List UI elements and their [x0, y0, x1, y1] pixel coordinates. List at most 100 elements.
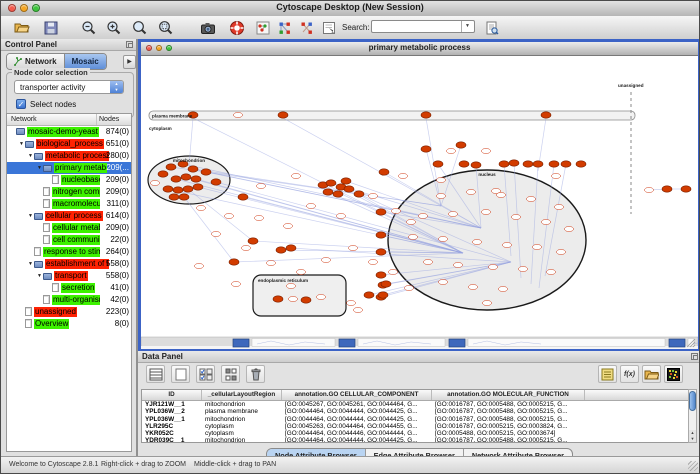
network-node-small[interactable] [557, 249, 566, 254]
network-tree-row[interactable]: cellular metabo209(0) [7, 222, 131, 234]
network-node-small[interactable] [292, 173, 301, 178]
select-nodes-checkbox[interactable]: ✓ [16, 99, 26, 109]
network-node[interactable] [376, 272, 386, 278]
network-node-small[interactable] [369, 193, 378, 198]
network-canvas[interactable]: plasma membranecytoplasmmitochondrionnuc… [141, 56, 698, 349]
network-tree-row[interactable]: nitrogen compo209(0) [7, 186, 131, 198]
network-node-small[interactable] [482, 148, 491, 153]
scrollbar-thumb[interactable] [689, 391, 696, 411]
network-tree-row[interactable]: multi-organism pro42(0) [7, 294, 131, 306]
tab-mosaic[interactable]: Mosaic [65, 54, 106, 69]
network-node-small[interactable] [469, 284, 478, 289]
network-node[interactable] [681, 186, 691, 192]
network-node-small[interactable] [449, 211, 458, 216]
network-node-small[interactable] [225, 213, 234, 218]
search-field[interactable]: ▼ [371, 20, 475, 33]
network-tree-row[interactable]: ▼cellular process614(0) [7, 210, 131, 222]
column-header[interactable]: annotation.GO CELLULAR_COMPONENT [282, 390, 432, 400]
network-node[interactable] [341, 178, 351, 184]
network-node[interactable] [364, 292, 374, 298]
network-node-small[interactable] [337, 213, 346, 218]
network-node[interactable] [433, 161, 443, 167]
network-node[interactable] [158, 171, 168, 177]
network-node[interactable] [286, 245, 296, 251]
network-node[interactable] [229, 259, 239, 265]
table-row[interactable]: YLR295Ccytoplasm[GO:0045263, GO:0044464,… [142, 423, 691, 430]
zoom-fit-icon[interactable] [131, 19, 148, 36]
network-tree-row[interactable]: cell communicat22(0) [7, 234, 131, 246]
snapshot-icon[interactable] [199, 19, 216, 36]
network-node[interactable] [248, 238, 258, 244]
network-node-small[interactable] [439, 279, 448, 284]
network-node-small[interactable] [497, 192, 506, 197]
network-node[interactable] [376, 249, 386, 255]
network-node-small[interactable] [349, 245, 358, 250]
network-node-small[interactable] [454, 262, 463, 267]
network-node[interactable] [273, 296, 283, 302]
network-node[interactable] [183, 186, 193, 192]
network-node-small[interactable] [419, 213, 428, 218]
network-node[interactable] [459, 161, 469, 167]
attribute-matrix-icon[interactable] [221, 365, 240, 383]
network-node-small[interactable] [489, 264, 498, 269]
network-node-small[interactable] [483, 300, 492, 305]
network-node-small[interactable] [232, 281, 241, 286]
heatmap-icon[interactable] [664, 365, 683, 383]
network-node[interactable] [523, 161, 533, 167]
network-node-small[interactable] [519, 266, 528, 271]
network-node-small[interactable] [405, 285, 414, 290]
import-attributes-icon[interactable] [642, 365, 661, 383]
network-node[interactable] [509, 160, 519, 166]
network-node[interactable] [301, 297, 311, 303]
strip-selected-block[interactable] [339, 339, 355, 347]
table-row[interactable]: YDR039C__1mitochondrion[GO:0044464, GO:0… [142, 437, 691, 443]
network-node-small[interactable] [447, 148, 456, 153]
network-node-small[interactable] [437, 193, 446, 198]
network-node-small[interactable] [354, 307, 363, 312]
network-node-small[interactable] [212, 231, 221, 236]
network-node-small[interactable] [552, 173, 561, 178]
select-attributes-icon[interactable] [196, 365, 215, 383]
table-row[interactable]: YJR121W__1mitochondrion[GO:0045267, GO:0… [142, 401, 691, 408]
annotation-icon[interactable] [320, 19, 337, 36]
disclosure-triangle-icon[interactable]: ▼ [27, 210, 34, 222]
delete-attribute-icon[interactable] [246, 365, 265, 383]
zoom-in-icon[interactable] [105, 19, 122, 36]
network-node[interactable] [549, 161, 559, 167]
column-header[interactable]: annotation.GO MOLECULAR_FUNCTION [432, 390, 585, 400]
search-input[interactable] [374, 21, 464, 34]
network-node-small[interactable] [197, 205, 206, 210]
network-node[interactable] [323, 189, 333, 195]
network-node-small[interactable] [565, 226, 574, 231]
network-node[interactable] [376, 209, 386, 215]
network-node-small[interactable] [473, 239, 482, 244]
network-view-frame[interactable]: primary metabolic process plasma membran… [138, 39, 700, 351]
network-node-small[interactable] [284, 223, 293, 228]
network-node[interactable] [278, 112, 288, 118]
network-frame-titlebar[interactable]: primary metabolic process [141, 42, 698, 56]
disclosure-triangle-icon[interactable]: ▼ [18, 138, 25, 150]
zoom-selected-icon[interactable] [157, 19, 174, 36]
table-row[interactable]: YPL036W__2plasma membrane[GO:0044464, GO… [142, 408, 691, 415]
network-tree-row[interactable]: ▼transport558(0) [7, 270, 131, 282]
table-row[interactable]: YKR052Ccytoplasm[GO:0044464, GO:0044446,… [142, 430, 691, 437]
window-titlebar[interactable]: Cytoscape Desktop (New Session) [1, 1, 699, 17]
enhanced-search-icon[interactable] [483, 19, 500, 36]
scrollbar-arrows[interactable]: ▲▼ [689, 430, 696, 442]
network-node-small[interactable] [307, 203, 316, 208]
tab-overflow-button[interactable]: ▶ [123, 55, 136, 69]
network-node[interactable] [376, 232, 386, 238]
zoom-out-icon[interactable] [80, 19, 97, 36]
network-node-small[interactable] [322, 257, 331, 262]
network-tree-row[interactable]: ▼biological_process651(0) [7, 138, 131, 150]
network-node-small[interactable] [482, 209, 491, 214]
network-node-small[interactable] [257, 183, 266, 188]
network-tree-row[interactable]: ▼primary metab209(... [7, 162, 131, 174]
network-node-small[interactable] [287, 283, 296, 288]
network-node-small[interactable] [347, 300, 356, 305]
layout-a-icon[interactable] [276, 19, 293, 36]
network-node-small[interactable] [439, 236, 448, 241]
network-node[interactable] [378, 292, 388, 298]
network-node-small[interactable] [407, 219, 416, 224]
network-node-small[interactable] [437, 177, 446, 182]
